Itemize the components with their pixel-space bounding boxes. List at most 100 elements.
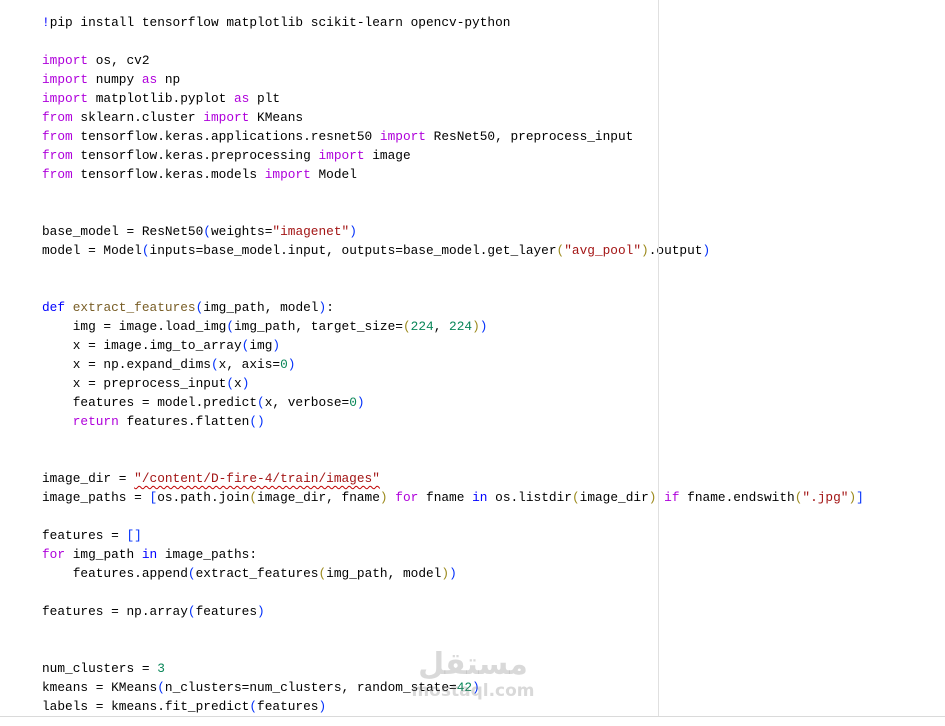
code-token: "avg_pool" — [564, 243, 642, 258]
code-token: model = Model — [42, 243, 142, 258]
code-line[interactable]: x = preprocess_input(x) — [42, 374, 250, 393]
code-line[interactable]: kmeans = KMeans(n_clusters=num_clusters,… — [42, 678, 480, 697]
code-token: : — [326, 300, 334, 315]
code-token: img_path, target_size= — [234, 319, 403, 334]
code-token: img = image.load_img — [42, 319, 227, 334]
code-token: ) — [472, 319, 480, 334]
code-line[interactable]: import numpy as np — [42, 70, 180, 89]
code-token: import — [42, 91, 89, 106]
code-token: image_paths = — [42, 490, 150, 505]
code-token: return — [72, 414, 119, 429]
code-token: features.append — [42, 566, 188, 581]
code-line[interactable]: base_model = ResNet50(weights="imagenet"… — [42, 222, 357, 241]
code-token: in — [472, 490, 488, 505]
code-token: img_path, model — [203, 300, 319, 315]
code-token: x — [234, 376, 242, 391]
code-line[interactable]: from tensorflow.keras.preprocessing impo… — [42, 146, 411, 165]
code-token: 0 — [349, 395, 357, 410]
code-token: sklearn.cluster — [72, 110, 204, 125]
code-line[interactable]: image_paths = [os.path.join(image_dir, f… — [42, 488, 864, 507]
code-token: for — [395, 490, 419, 505]
code-token: import — [264, 167, 311, 182]
code-token: weights= — [210, 224, 273, 239]
code-token: ) — [441, 566, 450, 581]
code-line[interactable]: import os, cv2 — [42, 51, 150, 70]
code-token: os, cv2 — [88, 53, 150, 68]
code-line[interactable]: from tensorflow.keras.applications.resne… — [42, 127, 633, 146]
code-token: import — [379, 129, 426, 144]
code-token: image_paths: — [157, 547, 258, 562]
code-token: ) — [272, 338, 281, 353]
code-token: 0 — [280, 357, 288, 372]
code-token: , — [433, 319, 450, 334]
code-token: kmeans = KMeans — [42, 680, 158, 695]
code-line[interactable]: model = Model(inputs=base_model.input, o… — [42, 241, 710, 260]
code-token: labels = kmeans.fit_predict — [42, 699, 250, 714]
code-token: os.listdir — [487, 490, 572, 505]
code-token: from — [42, 129, 73, 144]
code-token: img — [249, 338, 273, 353]
code-line[interactable]: from sklearn.cluster import KMeans — [42, 108, 303, 127]
code-token: ] — [856, 490, 864, 505]
code-token: import — [203, 110, 250, 125]
code-token: tensorflow.keras.preprocessing — [72, 148, 319, 163]
code-token: tensorflow.keras.models — [72, 167, 265, 182]
code-token: ".jpg" — [802, 490, 849, 505]
code-line[interactable]: for img_path in image_paths: — [42, 545, 257, 564]
code-token: 224 — [410, 319, 434, 334]
code-token: ) — [318, 699, 327, 714]
code-editor[interactable]: !pip install tensorflow matplotlib sciki… — [0, 0, 945, 716]
code-line[interactable]: x = image.img_to_array(img) — [42, 336, 280, 355]
code-token: as — [141, 72, 158, 87]
code-line[interactable]: x = np.expand_dims(x, axis=0) — [42, 355, 296, 374]
code-token: x, axis= — [218, 357, 281, 372]
code-line[interactable]: def extract_features(img_path, model): — [42, 298, 334, 317]
code-token: ( — [187, 566, 196, 581]
code-token: fname.endswith — [679, 490, 795, 505]
code-token: features = model.predict — [42, 395, 258, 410]
line-length-ruler — [658, 0, 659, 716]
code-line[interactable]: features = [] — [42, 526, 142, 545]
code-token: ( — [157, 680, 165, 695]
code-token: [] — [126, 528, 142, 543]
code-token: base_model = ResNet50 — [42, 224, 204, 239]
code-line[interactable]: num_clusters = 3 — [42, 659, 165, 678]
code-token: ! — [42, 15, 50, 30]
code-token: image — [364, 148, 411, 163]
cell-bottom-border — [0, 716, 945, 717]
code-token: image_dir = — [42, 471, 135, 486]
code-token: ) — [479, 319, 488, 334]
code-token: features = — [42, 528, 127, 543]
code-token: x = image.img_to_array — [42, 338, 242, 353]
code-line[interactable]: features.append(extract_features(img_pat… — [42, 564, 457, 583]
code-line[interactable]: features = model.predict(x, verbose=0) — [42, 393, 365, 412]
code-line[interactable]: import matplotlib.pyplot as plt — [42, 89, 280, 108]
code-line[interactable]: image_dir = "/content/D-fire-4/train/ima… — [42, 469, 380, 488]
code-token: ) — [472, 680, 480, 695]
code-token: features — [195, 604, 258, 619]
code-line[interactable]: from tensorflow.keras.models import Mode… — [42, 165, 357, 184]
code-line[interactable]: img = image.load_img(img_path, target_si… — [42, 317, 488, 336]
code-token: features.flatten — [118, 414, 250, 429]
code-token: image_dir, fname — [257, 490, 380, 505]
code-token: ( — [141, 243, 150, 258]
code-line[interactable]: return features.flatten() — [42, 412, 265, 431]
code-token: image_dir — [579, 490, 649, 505]
code-token: plt — [249, 91, 281, 106]
code-token: num_clusters = — [42, 661, 158, 676]
code-token: inputs=base_model.input, outputs=base_mo… — [149, 243, 557, 258]
code-token: features — [257, 699, 319, 714]
code-token: .output — [648, 243, 703, 258]
code-line[interactable]: features = np.array(features) — [42, 602, 265, 621]
code-token: ( — [571, 490, 580, 505]
code-token: img_path — [65, 547, 142, 562]
code-token: () — [249, 414, 265, 429]
code-token: ( — [226, 319, 234, 334]
code-token: fname — [418, 490, 473, 505]
code-token: for — [42, 547, 66, 562]
code-token: 42 — [456, 680, 473, 695]
code-line[interactable]: labels = kmeans.fit_predict(features) — [42, 697, 326, 716]
code-token: features = np.array — [42, 604, 188, 619]
code-line[interactable]: !pip install tensorflow matplotlib sciki… — [42, 13, 510, 32]
code-token: tensorflow.keras.applications.resnet50 — [72, 129, 380, 144]
